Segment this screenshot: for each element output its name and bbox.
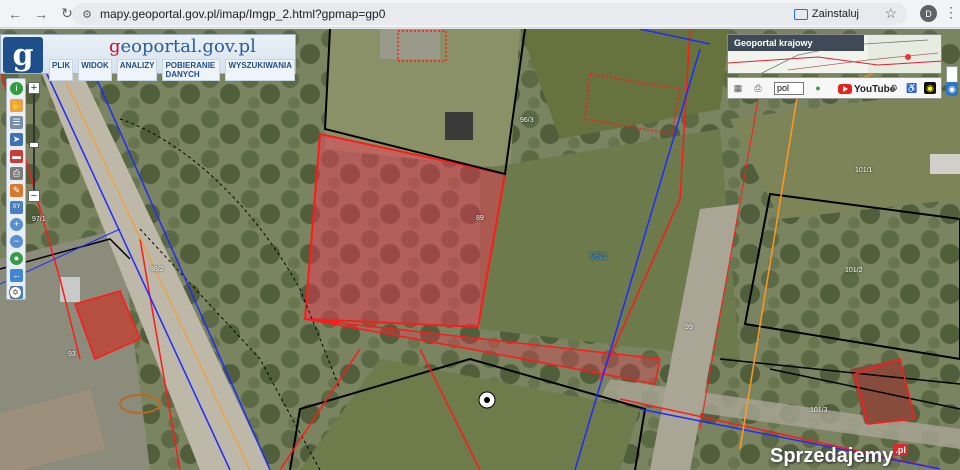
back-icon[interactable]: ←	[4, 3, 26, 25]
view-toggle-icon[interactable]: ◉	[946, 82, 958, 96]
geoportal-title: geoportal.gov.pl	[109, 36, 256, 57]
settings-icon[interactable]: ⚙	[888, 82, 900, 94]
title-rest: eoportal.gov.pl	[120, 36, 256, 57]
overview-title: Geoportal krajowy	[728, 35, 864, 51]
watermark-text: Sprzedajemy	[770, 445, 894, 467]
select-icon[interactable]: ➤	[10, 133, 23, 146]
menu-analizy[interactable]: ANALIZY	[116, 59, 158, 81]
title-g: g	[109, 36, 121, 57]
measure-icon[interactable]: ▬	[10, 150, 23, 163]
zoom-out-icon[interactable]: −	[10, 235, 23, 248]
help-icon[interactable]: ●	[812, 82, 824, 94]
language-select[interactable]: pol	[774, 82, 804, 95]
profile-avatar[interactable]: D	[920, 5, 937, 22]
youtube-link[interactable]: YouTube	[838, 82, 895, 96]
youtube-icon	[838, 84, 852, 94]
parcel-label: 89	[476, 215, 484, 222]
layers-icon[interactable]: ☰	[10, 116, 23, 129]
zoom-slider[interactable]: + −	[28, 82, 40, 204]
zoom-minus-button[interactable]: −	[28, 190, 40, 202]
bookmark-star-icon[interactable]: ☆	[884, 5, 897, 22]
zoom-in-icon[interactable]: +	[10, 218, 23, 231]
menu-wyszukiwania[interactable]: WYSZUKIWANIA	[225, 59, 295, 81]
parcel-label: 99	[685, 324, 693, 331]
site-info-icon[interactable]: ⚙	[78, 8, 96, 21]
browser-menu-icon[interactable]: ⋮	[944, 5, 958, 19]
browser-toolbar: ← → ↻ ⚙ mapy.geoportal.gov.pl/imap/Imgp_…	[0, 0, 960, 28]
geoportal-header: g geoportal.gov.pl PLIK WIDOK ANALIZY PO…	[0, 34, 296, 81]
address-bar[interactable]: ⚙ mapy.geoportal.gov.pl/imap/Imgp_2.html…	[72, 3, 907, 25]
install-icon	[793, 8, 808, 20]
printer-icon[interactable]: ⎙	[752, 82, 764, 94]
menu-widok[interactable]: WIDOK	[78, 59, 112, 81]
install-button[interactable]: Zainstaluj	[793, 5, 859, 23]
overview-map[interactable]: Geoportal krajowy	[727, 34, 942, 74]
parcel-label: 98/2	[150, 266, 164, 273]
print-icon[interactable]: ⎙	[10, 167, 23, 180]
draw-icon[interactable]: ✎	[10, 184, 23, 197]
url-text: mapy.geoportal.gov.pl/imap/Imgp_2.html?g…	[100, 7, 386, 21]
zoom-plus-button[interactable]: +	[28, 82, 40, 94]
eye-icon[interactable]: ◉	[924, 82, 936, 94]
parcel-label: 93	[68, 351, 76, 358]
previous-view-icon[interactable]: ←	[10, 269, 23, 282]
globe-icon[interactable]: ●	[10, 252, 23, 265]
menu-pobieranie-danych[interactable]: POBIERANIE DANYCH	[162, 59, 221, 81]
right-tool-row: ▦ ⎙ pol ● YouTube ⚙ ♿ ◉	[727, 77, 942, 99]
menu-plik[interactable]: PLIK	[49, 59, 74, 81]
parcel-label: 97/1	[32, 216, 46, 223]
geoportal-menu: PLIK WIDOK ANALIZY POBIERANIE DANYCH WYS…	[49, 59, 295, 81]
parcel-label: 96/3	[520, 117, 534, 124]
geoportal-logo[interactable]: g	[3, 37, 43, 73]
table-icon[interactable]: ▦	[732, 82, 744, 94]
watermark-badge: .pl	[893, 444, 908, 456]
pan-hand-icon[interactable]: ✋	[10, 99, 23, 112]
forward-icon[interactable]: →	[30, 3, 52, 25]
install-label: Zainstaluj	[811, 8, 859, 20]
zoom-knob[interactable]	[29, 142, 39, 148]
parcel-label: 96/1	[590, 251, 608, 261]
parcel-label: 101/1	[855, 167, 873, 174]
map-toolbar: i ✋ ☰ ➤ ▬ ⎙ ✎ XY + − ● ← →	[6, 78, 26, 300]
xyz-icon[interactable]: XY	[10, 201, 23, 214]
accessibility-icon[interactable]: ♿	[906, 82, 918, 94]
info-icon[interactable]: i	[10, 82, 23, 95]
compass-icon[interactable]: ✡	[9, 286, 22, 299]
parcel-label: 101/3	[810, 407, 828, 414]
watermark: Sprzedajemy .pl	[770, 444, 908, 468]
parcel-label: 101/2	[845, 267, 863, 274]
